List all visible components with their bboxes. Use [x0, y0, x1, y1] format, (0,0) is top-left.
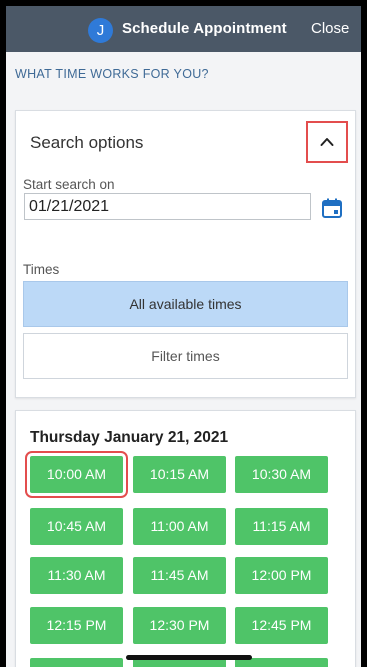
page-title: Schedule Appointment: [122, 20, 287, 37]
time-slot-button[interactable]: 11:15 AM: [235, 508, 328, 545]
collapse-button[interactable]: [306, 121, 348, 163]
section-title: WHAT TIME WORKS FOR YOU?: [15, 67, 209, 81]
time-slot-button[interactable]: 12:15 PM: [30, 607, 123, 644]
times-label: Times: [23, 262, 60, 277]
time-slot-button[interactable]: 1:00 PM: [30, 658, 123, 667]
time-slot-button[interactable]: 10:30 AM: [235, 456, 328, 493]
search-options-title: Search options: [30, 133, 144, 152]
home-indicator: [126, 655, 252, 660]
search-options-card: Search options Start search on Times All…: [15, 110, 356, 398]
calendar-icon: [322, 198, 342, 218]
start-search-label: Start search on: [23, 177, 115, 192]
close-button[interactable]: Close: [311, 20, 349, 37]
time-slot-button[interactable]: 11:30 AM: [30, 557, 123, 594]
time-slot-button[interactable]: 11:00 AM: [133, 508, 226, 545]
time-slot-button[interactable]: 11:45 AM: [133, 557, 226, 594]
all-available-times-option[interactable]: All available times: [23, 281, 348, 327]
chevron-up-icon: [320, 138, 334, 146]
calendar-button[interactable]: [321, 197, 343, 219]
time-slot-button[interactable]: 12:00 PM: [235, 557, 328, 594]
phone-screen: J Schedule Appointment Close WHAT TIME W…: [6, 6, 361, 667]
day-title: Thursday January 21, 2021: [30, 429, 229, 446]
start-date-input[interactable]: [24, 193, 311, 220]
avatar[interactable]: J: [88, 18, 113, 43]
time-slot-button[interactable]: 10:15 AM: [133, 456, 226, 493]
time-slot-button[interactable]: 10:45 AM: [30, 508, 123, 545]
time-slots-card: Thursday January 21, 2021 10:00 AM 10:15 …: [15, 410, 356, 667]
time-slot-button[interactable]: 10:00 AM: [25, 451, 128, 498]
time-slot-button[interactable]: 12:45 PM: [235, 607, 328, 644]
filter-times-option[interactable]: Filter times: [23, 333, 348, 379]
app-header: J Schedule Appointment Close: [6, 6, 361, 52]
time-slot-button[interactable]: 12:30 PM: [133, 607, 226, 644]
